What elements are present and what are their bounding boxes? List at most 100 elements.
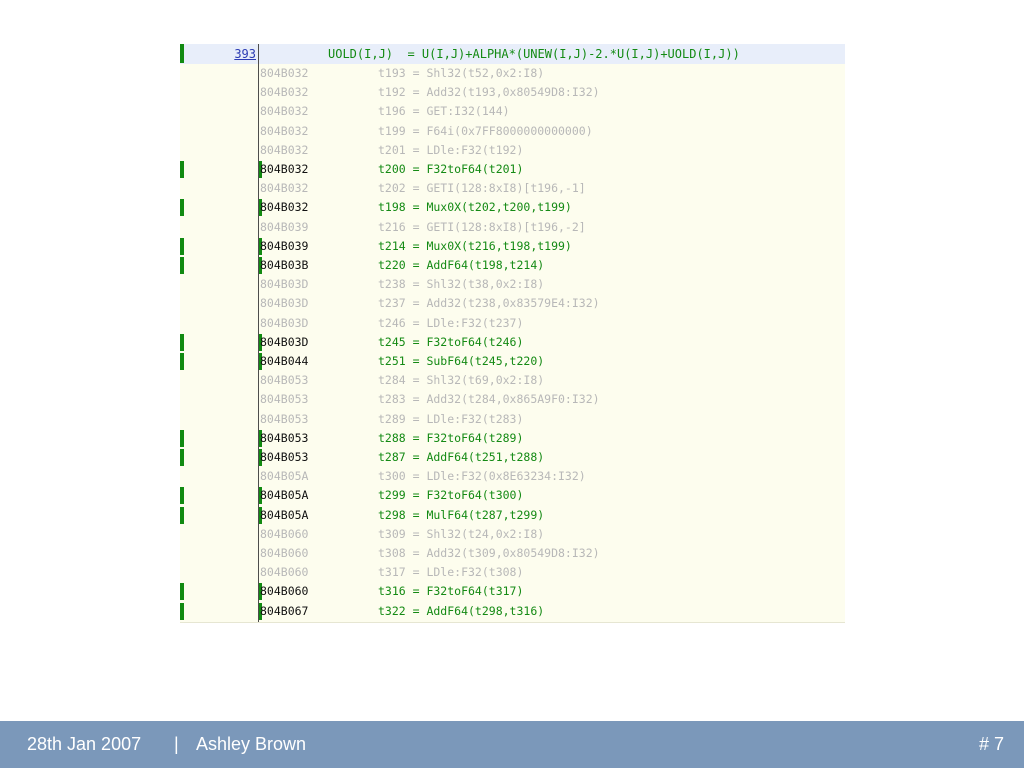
ir-statement: t287 = AddF64(t251,t288): [378, 450, 545, 464]
ir-address: 804B03B: [260, 258, 309, 272]
ir-address: 804B053: [260, 392, 309, 407]
source-line-header: 393 UOLD(I,J) = U(I,J)+ALPHA*(UNEW(I,J)-…: [180, 44, 845, 64]
ir-address: 804B053: [260, 373, 309, 388]
ir-address: 804B060: [260, 584, 309, 599]
ir-row: 804B053 t289 = LDle:F32(t283): [180, 410, 845, 429]
ir-row: 804B032 t198 = Mux0X(t202,t200,t199): [180, 198, 845, 217]
ir-statement: t322 = AddF64(t298,t316): [378, 603, 545, 618]
ir-address: 804B032: [260, 181, 309, 196]
ir-statement: t193 = Shl32(t52,0x2:I8): [378, 66, 545, 80]
ir-row: 804B03D t245 = F32toF64(t246): [180, 333, 845, 352]
ir-statement: t198 = Mux0X(t202,t200,t199): [378, 200, 572, 215]
ir-statement: t289 = LDle:F32(t283): [378, 411, 524, 426]
ir-statement: t245 = F32toF64(t246): [378, 334, 524, 349]
ir-row: 804B044 t251 = SubF64(t245,t220): [180, 352, 845, 371]
ir-row: 804B039 t216 = GETI(128:8xI8)[t196,-2]: [180, 218, 845, 237]
footer-date: 28th Jan 2007: [27, 734, 142, 754]
ir-row: 804B060 t308 = Add32(t309,0x80549D8:I32): [180, 544, 845, 563]
highlight-marker-left: [180, 353, 184, 370]
highlight-marker-left: [180, 602, 184, 620]
ir-address: 804B060: [260, 565, 309, 580]
ir-row: 804B03D t237 = Add32(t238,0x83579E4:I32): [180, 294, 845, 313]
highlight-marker-left: [180, 333, 184, 351]
ir-address: 804B032: [260, 200, 309, 215]
code-listing-panel: 393 UOLD(I,J) = U(I,J)+ALPHA*(UNEW(I,J)-…: [180, 44, 845, 623]
ir-statement: t300 = LDle:F32(0x8E63234:I32): [378, 469, 586, 484]
ir-row: 804B039 t214 = Mux0X(t216,t198,t199): [180, 237, 845, 256]
ir-address: 804B03D: [260, 334, 309, 349]
highlight-marker-left: [180, 199, 184, 217]
ir-statement: t308 = Add32(t309,0x80549D8:I32): [378, 546, 600, 560]
highlight-marker-left: [180, 583, 184, 601]
ir-address: 804B05A: [260, 469, 309, 484]
slide-number: # 7: [978, 734, 1004, 754]
ir-statement: t299 = F32toF64(t300): [378, 488, 524, 503]
ir-row: 804B053 t284 = Shl32(t69,0x2:I8): [180, 371, 845, 390]
highlight-marker-left: [180, 506, 184, 524]
highlight-marker-left: [180, 487, 184, 505]
ir-address: 804B05A: [260, 488, 309, 503]
ir-statement: t246 = LDle:F32(t237): [378, 315, 524, 330]
ir-statement: t283 = Add32(t284,0x865A9F0:I32): [378, 392, 600, 407]
ir-statement: t316 = F32toF64(t317): [378, 584, 524, 599]
ir-row: 804B05A t299 = F32toF64(t300): [180, 486, 845, 505]
ir-address: 804B053: [260, 411, 309, 426]
ir-address: 804B053: [260, 450, 309, 464]
highlight-marker-left: [180, 237, 184, 255]
ir-address: 804B044: [260, 354, 309, 368]
ir-row: 804B032 t196 = GET:I32(144): [180, 102, 845, 121]
ir-address: 804B032: [260, 85, 309, 100]
ir-address: 804B032: [260, 123, 309, 138]
ir-statement: t238 = Shl32(t38,0x2:I8): [378, 277, 545, 292]
ir-address: 804B032: [260, 142, 309, 157]
ir-row: 804B032 t193 = Shl32(t52,0x2:I8): [180, 64, 845, 83]
ir-address: 804B032: [260, 66, 309, 80]
ir-row: 804B053 t287 = AddF64(t251,t288): [180, 448, 845, 467]
ir-address: 804B060: [260, 546, 309, 560]
ir-address: 804B03D: [260, 277, 309, 292]
source-line-number-link[interactable]: 393: [180, 44, 256, 64]
ir-address: 804B060: [260, 526, 309, 541]
ir-statement: t216 = GETI(128:8xI8)[t196,-2]: [378, 219, 586, 234]
ir-row: 804B032 t199 = F64i(0x7FF8000000000000): [180, 122, 845, 141]
ir-statement: t251 = SubF64(t245,t220): [378, 354, 545, 368]
ir-address: 804B053: [260, 430, 309, 445]
ir-address: 804B039: [260, 238, 309, 253]
ir-statement: t284 = Shl32(t69,0x2:I8): [378, 373, 545, 388]
ir-row: 804B032 t192 = Add32(t193,0x80549D8:I32): [180, 83, 845, 102]
ir-statement: t214 = Mux0X(t216,t198,t199): [378, 238, 572, 253]
ir-row: 804B03D t238 = Shl32(t38,0x2:I8): [180, 275, 845, 294]
ir-statement: t192 = Add32(t193,0x80549D8:I32): [378, 85, 600, 100]
ir-row: 804B032 t202 = GETI(128:8xI8)[t196,-1]: [180, 179, 845, 198]
ir-address: 804B03D: [260, 296, 309, 311]
ir-statement: t288 = F32toF64(t289): [378, 430, 524, 445]
ir-address: 804B032: [260, 104, 309, 119]
slide-footer: 28th Jan 2007 | Ashley Brown # 7: [0, 721, 1024, 768]
ir-statement: t237 = Add32(t238,0x83579E4:I32): [378, 296, 600, 311]
ir-address: 804B05A: [260, 507, 309, 522]
ir-row: 804B03D t246 = LDle:F32(t237): [180, 314, 845, 333]
ir-row: 804B060 t309 = Shl32(t24,0x2:I8): [180, 525, 845, 544]
ir-statement: t298 = MulF64(t287,t299): [378, 507, 545, 522]
footer-author: Ashley Brown: [196, 734, 307, 754]
highlight-marker-left: [180, 449, 184, 466]
footer-separator: |: [174, 734, 179, 754]
ir-row: 804B060 t316 = F32toF64(t317): [180, 582, 845, 601]
ir-statement: t317 = LDle:F32(t308): [378, 565, 524, 580]
ir-row: 804B03B t220 = AddF64(t198,t214): [180, 256, 845, 275]
highlight-marker-left: [180, 429, 184, 447]
ir-statement: t309 = Shl32(t24,0x2:I8): [378, 526, 545, 541]
highlight-marker-left: [180, 161, 184, 178]
ir-row: 804B032 t201 = LDle:F32(t192): [180, 141, 845, 160]
ir-statement: t199 = F64i(0x7FF8000000000000): [378, 123, 593, 138]
ir-row: 804B05A t298 = MulF64(t287,t299): [180, 506, 845, 525]
ir-statement: t220 = AddF64(t198,t214): [378, 258, 545, 272]
ir-row: 804B067 t322 = AddF64(t298,t316): [180, 602, 845, 621]
ir-row: 804B053 t283 = Add32(t284,0x865A9F0:I32): [180, 390, 845, 409]
ir-address: 804B032: [260, 162, 309, 176]
ir-row: 804B05A t300 = LDle:F32(0x8E63234:I32): [180, 467, 845, 486]
ir-address: 804B039: [260, 219, 309, 234]
source-line-text: UOLD(I,J) = U(I,J)+ALPHA*(UNEW(I,J)-2.*U…: [328, 47, 740, 61]
ir-statement: t200 = F32toF64(t201): [378, 162, 524, 176]
ir-row: 804B032 t200 = F32toF64(t201): [180, 160, 845, 179]
